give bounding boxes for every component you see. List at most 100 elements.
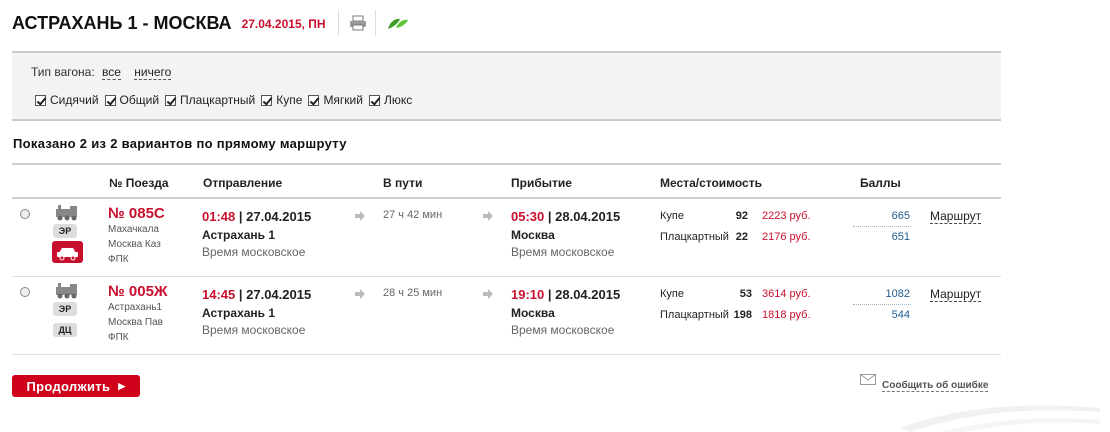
train-select-radio[interactable] xyxy=(20,209,30,219)
carrier: ФПК xyxy=(108,332,129,343)
checkbox-label: Плацкартный xyxy=(180,93,256,107)
seat-price[interactable]: 2176 руб. xyxy=(762,231,811,243)
departure-time: 14:45 | 27.04.2015 xyxy=(202,287,311,302)
arrival-hour: 19:10 xyxy=(511,287,545,302)
origin-station: Астрахань1 xyxy=(108,302,163,313)
arrival-station: Москва xyxy=(511,306,555,320)
checkbox-label: Сидячий xyxy=(50,93,99,107)
departure-station: Астрахань 1 xyxy=(202,306,276,320)
checkbox-soft[interactable]: Мягкий xyxy=(308,93,363,107)
checkbox-box[interactable] xyxy=(261,94,273,106)
checkbox-seated[interactable]: Сидячий xyxy=(35,93,99,107)
checkbox-platzkart[interactable]: Плацкартный xyxy=(165,93,255,107)
locomotive-icon xyxy=(54,283,80,304)
travel-duration: 27 ч 42 мин xyxy=(383,209,443,221)
continue-label: Продолжить xyxy=(26,378,111,394)
departure-hour: 01:48 xyxy=(202,209,236,224)
envelope-icon xyxy=(860,374,876,385)
arrival-station: Москва xyxy=(511,228,555,242)
page-title: АСТРАХАНЬ 1 - МОСКВА xyxy=(12,12,232,33)
table-header: № Поезда Отправление В пути Прибытие Мес… xyxy=(12,163,1001,199)
train-number[interactable]: № 005Ж xyxy=(108,283,167,300)
arrival-date: | 28.04.2015 xyxy=(547,287,621,302)
seat-type: Купе xyxy=(660,288,684,300)
filter-quick-select: Тип вагона: все ничего xyxy=(31,65,172,80)
divider xyxy=(337,10,339,36)
page-header: АСТРАХАНЬ 1 - МОСКВА 27.04.2015, ПН xyxy=(12,10,410,36)
checkbox-box[interactable] xyxy=(368,94,380,106)
wagon-type-checkboxes: Сидячий Общий Плацкартный Купе Мягкий Лю… xyxy=(35,93,418,107)
departure-hour: 14:45 xyxy=(202,287,236,302)
col-duration: В пути xyxy=(383,176,423,190)
seat-count: 53 xyxy=(739,288,752,300)
checkbox-label: Купе xyxy=(276,93,303,107)
divider xyxy=(853,226,911,227)
train-select-radio[interactable] xyxy=(20,287,30,297)
destination-station: Москва Каз xyxy=(108,239,161,250)
divider xyxy=(853,304,911,305)
bonus-points: 1082 xyxy=(885,288,910,300)
origin-station: Махачкала xyxy=(108,224,159,235)
seat-count: 22 xyxy=(735,231,748,243)
eregistration-badge: ЭР xyxy=(53,224,77,238)
checkbox-label: Люкс xyxy=(383,93,413,107)
seat-price[interactable]: 3614 руб. xyxy=(762,288,811,300)
destination-station: Москва Пав xyxy=(108,317,163,328)
eco-leaf-icon[interactable] xyxy=(386,15,410,31)
trip-date: 27.04.2015, ПН xyxy=(241,17,326,31)
table-row[interactable]: ЭР № 085С Махачкала Москва Каз ФПК 01:48… xyxy=(12,199,1001,277)
print-icon[interactable] xyxy=(349,15,367,31)
select-all-link[interactable]: все xyxy=(102,65,121,80)
col-points: Баллы xyxy=(860,176,901,190)
report-error-label: Сообщить об ошибке xyxy=(882,380,989,392)
seat-count: 92 xyxy=(735,210,748,222)
arrival-timezone: Время московское xyxy=(511,245,615,259)
route-link[interactable]: Маршрут xyxy=(930,209,982,224)
seat-type: Плацкартный xyxy=(660,309,729,321)
col-seats: Места/стоимость xyxy=(660,176,762,190)
double-decker-badge: ДЦ xyxy=(53,323,77,337)
route-link[interactable]: Маршрут xyxy=(930,287,982,302)
arrow-right-icon xyxy=(355,289,365,299)
checkbox-box[interactable] xyxy=(35,94,46,106)
results-summary: Показано 2 из 2 вариантов по прямому мар… xyxy=(13,136,347,151)
train-number[interactable]: № 085С xyxy=(108,205,165,222)
locomotive-icon xyxy=(54,205,80,226)
checkbox-box[interactable] xyxy=(104,94,116,106)
col-departure: Отправление xyxy=(203,176,283,190)
wagon-type-filter: Тип вагона: все ничего Сидячий Общий Пла… xyxy=(12,51,1001,121)
arrival-time: 19:10 | 28.04.2015 xyxy=(511,287,620,302)
chevron-right-icon: ▶ xyxy=(118,380,126,391)
departure-station: Астрахань 1 xyxy=(202,228,276,242)
arrival-time: 05:30 | 28.04.2015 xyxy=(511,209,620,224)
checkbox-label: Мягкий xyxy=(323,93,363,107)
checkbox-coupe[interactable]: Купе xyxy=(261,93,302,107)
seat-price[interactable]: 2223 руб. xyxy=(762,210,811,222)
seat-price[interactable]: 1818 руб. xyxy=(762,309,811,321)
checkbox-box[interactable] xyxy=(308,94,320,106)
table-row[interactable]: ЭР ДЦ № 005Ж Астрахань1 Москва Пав ФПК 1… xyxy=(12,277,1001,355)
bonus-points: 665 xyxy=(891,210,910,222)
filter-label: Тип вагона: xyxy=(31,65,95,79)
select-none-link[interactable]: ничего xyxy=(134,65,172,80)
departure-date: | 27.04.2015 xyxy=(238,209,312,224)
bonus-points: 651 xyxy=(891,231,910,243)
checkbox-box[interactable] xyxy=(165,94,177,106)
seat-count: 198 xyxy=(733,309,752,321)
departure-timezone: Время московское xyxy=(202,245,306,259)
car-transport-icon xyxy=(52,241,83,263)
checkbox-general[interactable]: Общий xyxy=(104,93,159,107)
eregistration-badge: ЭР xyxy=(53,302,77,316)
checkbox-lux[interactable]: Люкс xyxy=(368,93,413,107)
divider xyxy=(374,10,376,36)
arrow-right-icon xyxy=(355,211,365,221)
arrival-date: | 28.04.2015 xyxy=(547,209,621,224)
continue-button[interactable]: Продолжить ▶ xyxy=(12,375,140,397)
departure-time: 01:48 | 27.04.2015 xyxy=(202,209,311,224)
arrow-right-icon xyxy=(483,289,493,299)
seat-type: Плацкартный xyxy=(660,231,729,243)
departure-timezone: Время московское xyxy=(202,323,306,337)
arrow-right-icon xyxy=(483,211,493,221)
report-error-link[interactable]: Сообщить об ошибке xyxy=(860,373,989,392)
travel-duration: 28 ч 25 мин xyxy=(383,287,443,299)
